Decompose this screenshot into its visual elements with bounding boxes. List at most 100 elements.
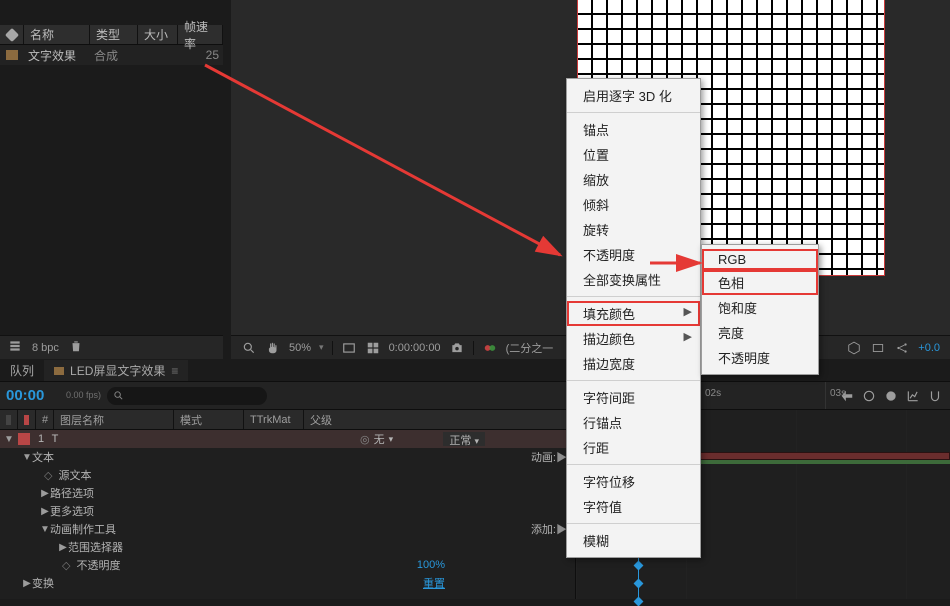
interpret-icon[interactable] <box>8 339 22 356</box>
num-col[interactable]: # <box>36 410 54 429</box>
channel-icon[interactable] <box>482 340 498 356</box>
composition-icon <box>54 367 64 375</box>
submenu-arrow-icon: ▶ <box>684 305 692 318</box>
menu-item-opacity[interactable]: 不透明度 <box>567 242 700 267</box>
search-icon <box>113 390 124 401</box>
menu-item-alltransform[interactable]: 全部变换属性 <box>567 267 700 292</box>
menu-item-fillcolor[interactable]: 填充颜色▶ <box>567 301 700 326</box>
bpc-label[interactable]: 8 bpc <box>32 342 59 354</box>
group-path[interactable]: ▶路径选项 <box>0 484 575 502</box>
group-text[interactable]: ▼文本动画:▶ <box>0 448 575 466</box>
layer-color-icon[interactable] <box>18 433 30 445</box>
fillcolor-submenu: RGB 色相 饱和度 亮度 不透明度 <box>701 244 819 375</box>
hand-icon[interactable] <box>265 340 281 356</box>
exposure-value[interactable]: +0.0 <box>918 342 940 354</box>
tab-close-icon[interactable]: ≡ <box>171 364 178 378</box>
layer-columns: # 图层名称 模式 T TrkMat 父级 <box>0 410 575 430</box>
magnify-icon[interactable] <box>241 340 257 356</box>
menu-separator <box>567 380 700 381</box>
col-trkmat[interactable]: T TrkMat <box>244 410 304 429</box>
col-framerate[interactable]: 帧速率 <box>178 25 223 44</box>
keyframe-icon[interactable] <box>634 561 644 571</box>
submenu-item-rgb[interactable]: RGB <box>702 249 818 270</box>
submenu-item-hue[interactable]: 色相 <box>702 270 818 295</box>
twisty-icon[interactable]: ▼ <box>4 434 14 445</box>
label-icon <box>4 27 18 41</box>
group-range[interactable]: ▶范围选择器 <box>0 538 575 556</box>
keyframe-icon[interactable] <box>634 597 644 606</box>
project-item-name: 文字效果 <box>24 47 90 64</box>
menu-separator <box>567 296 700 297</box>
project-footer: 8 bpc <box>0 335 223 359</box>
mode-dropdown[interactable]: 正常 ▾ <box>443 432 485 446</box>
menu-item-anchor[interactable]: 锚点 <box>567 117 700 142</box>
submenu-item-opacity[interactable]: 不透明度 <box>702 345 818 370</box>
menu-item-strokecolor[interactable]: 描边颜色▶ <box>567 326 700 351</box>
menu-item-strokewidth[interactable]: 描边宽度 <box>567 351 700 376</box>
switch-col[interactable] <box>0 410 18 429</box>
tab-label: LED屏显文字效果 <box>70 362 165 379</box>
col-label[interactable] <box>0 25 24 44</box>
preview-time[interactable]: 0:00:00:00 <box>389 342 441 354</box>
col-mode[interactable]: 模式 <box>174 410 244 429</box>
col-parent[interactable]: 父级 <box>304 410 575 429</box>
timeline-panel: 队列 LED屏显文字效果 ≡ 00:00 0.00 fps) 02s 03s #… <box>0 360 950 599</box>
project-item-type: 合成 <box>90 47 138 64</box>
menu-item-skew[interactable]: 倾斜 <box>567 192 700 217</box>
layer-number: 1 <box>34 433 48 445</box>
prop-opacity[interactable]: ◇不透明度100% <box>0 556 575 574</box>
col-type[interactable]: 类型 <box>90 25 138 44</box>
text-layer-icon: T <box>48 433 62 445</box>
tab-composition[interactable]: LED屏显文字效果 ≡ <box>44 360 188 381</box>
submenu-item-brightness[interactable]: 亮度 <box>702 320 818 345</box>
project-panel: 名称 类型 大小 帧速率 文字效果 合成 25 <box>0 25 223 65</box>
menu-item-scale[interactable]: 缩放 <box>567 167 700 192</box>
col-layername[interactable]: 图层名称 <box>54 410 174 429</box>
parent-dropdown[interactable]: ◎ 无 ▾ <box>360 431 393 447</box>
group-more[interactable]: ▶更多选项 <box>0 502 575 520</box>
layer-row[interactable]: ▼ 1 T 正常 ▾ ◎ 无 ▾ <box>0 430 575 448</box>
current-time[interactable]: 00:00 <box>0 387 66 404</box>
project-item[interactable]: 文字效果 合成 25 <box>0 45 223 65</box>
trash-icon[interactable] <box>69 339 83 356</box>
animator-menu: 启用逐字 3D 化 锚点 位置 缩放 倾斜 旋转 不透明度 全部变换属性 填充颜… <box>566 78 701 558</box>
col-name[interactable]: 名称 <box>24 25 90 44</box>
tab-queue[interactable]: 队列 <box>0 360 44 381</box>
layers: ▼ 1 T 正常 ▾ ◎ 无 ▾ ▼文本动画:▶ ◇源文本 ▶路径选项 ▶更多选… <box>0 430 575 592</box>
resolution-icon[interactable] <box>341 340 357 356</box>
dropdown-icon[interactable] <box>870 340 886 356</box>
3d-view-icon[interactable] <box>846 340 862 356</box>
menu-item-3dperchar[interactable]: 启用逐字 3D 化 <box>567 83 700 108</box>
composition-icon <box>6 50 18 60</box>
menu-item-lineanchor[interactable]: 行锚点 <box>567 410 700 435</box>
group-animator[interactable]: ▼动画制作工具添加:▶ <box>0 520 575 538</box>
opacity-value[interactable]: 100% <box>417 559 445 571</box>
col-size[interactable]: 大小 <box>138 25 178 44</box>
layer-search[interactable] <box>107 387 267 405</box>
menu-item-charoffset[interactable]: 字符位移 <box>567 469 700 494</box>
menu-item-linespacing[interactable]: 行距 <box>567 435 700 460</box>
prop-sourcetext[interactable]: ◇源文本 <box>0 466 575 484</box>
resolution-label[interactable]: (二分之一 <box>506 340 554 356</box>
menu-item-position[interactable]: 位置 <box>567 142 700 167</box>
submenu-item-saturation[interactable]: 饱和度 <box>702 295 818 320</box>
project-item-rate: 25 <box>178 48 223 62</box>
menu-item-blur[interactable]: 模糊 <box>567 528 700 553</box>
project-columns: 名称 类型 大小 帧速率 <box>0 25 223 45</box>
menu-item-tracking[interactable]: 字符间距 <box>567 385 700 410</box>
menu-item-rotation[interactable]: 旋转 <box>567 217 700 242</box>
switch-col[interactable] <box>18 410 36 429</box>
reset-link[interactable]: 重置 <box>423 575 445 591</box>
menu-item-charvalue[interactable]: 字符值 <box>567 494 700 519</box>
zoom-level[interactable]: 50% <box>289 342 311 354</box>
ruler-tick: 02s <box>705 388 721 399</box>
ruler-tick: 03s <box>830 388 846 399</box>
grid-icon[interactable] <box>365 340 381 356</box>
keyframe-icon[interactable] <box>634 579 644 589</box>
snapshot-icon[interactable] <box>449 340 465 356</box>
group-transform[interactable]: ▶变换重置 <box>0 574 575 592</box>
menu-separator <box>567 464 700 465</box>
menu-separator <box>567 112 700 113</box>
share-icon[interactable] <box>894 340 910 356</box>
fps-hint: 0.00 fps) <box>66 391 101 400</box>
